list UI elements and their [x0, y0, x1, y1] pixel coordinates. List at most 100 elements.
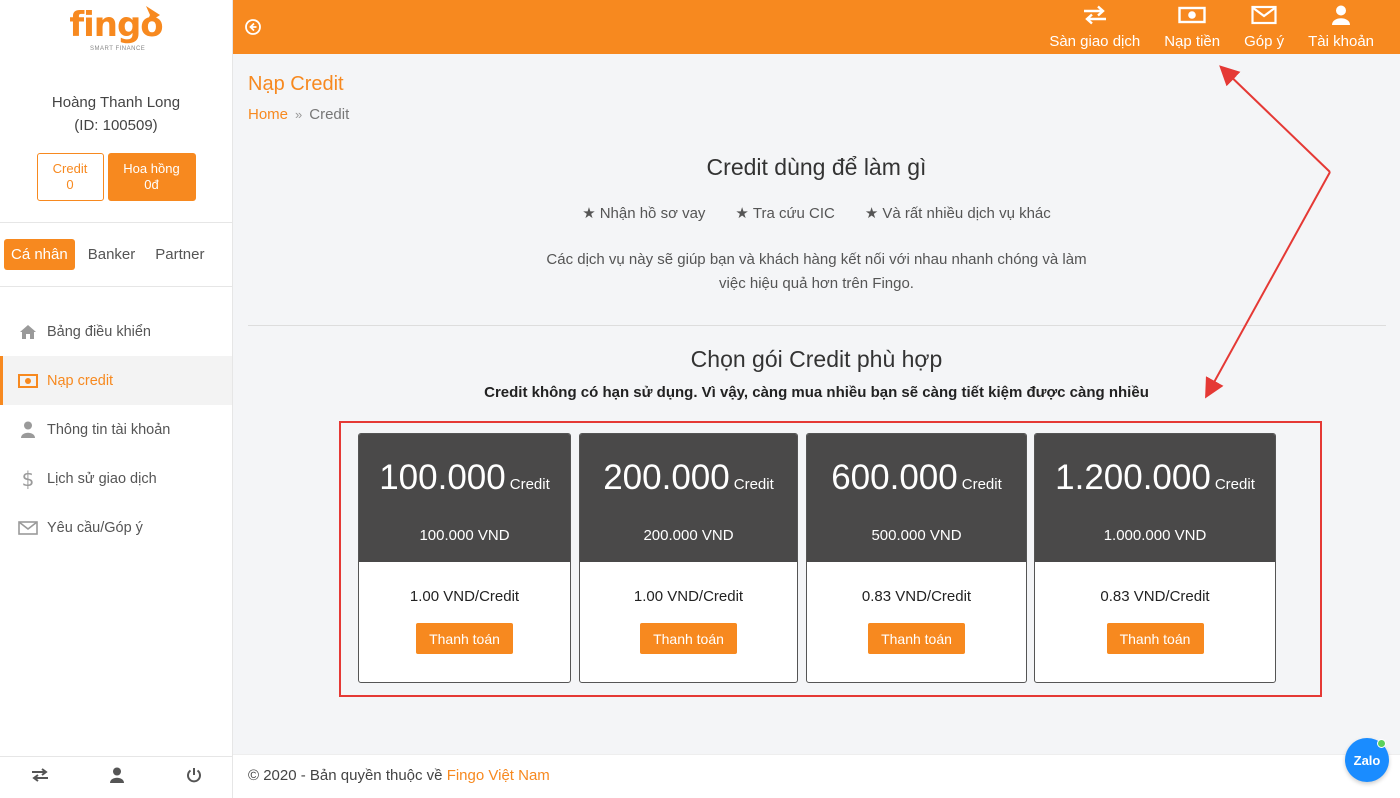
- package-unit: Credit: [961, 476, 1002, 493]
- envelope-icon: [17, 520, 39, 535]
- sidebar-item-label: Nạp credit: [47, 372, 114, 389]
- credit-label: Credit: [52, 161, 88, 176]
- top-nav: Sàn giao dịch Nạp tiền Góp ý Tài khoản: [1037, 0, 1386, 54]
- package-rate: 1.00 VND/Credit: [633, 588, 744, 605]
- pay-button[interactable]: Thanh toán: [868, 623, 965, 654]
- sidebar-item-label: Thông tin tài khoản: [47, 421, 171, 438]
- top-nav-exchange[interactable]: Sàn giao dịch: [1037, 0, 1152, 54]
- feature-list: ★ Nhận hồ sơ vay ★ Tra cứu CIC ★ Và rất nhi…: [233, 204, 1400, 223]
- package-price: 100.000 VND: [419, 527, 510, 544]
- logo-tagline: SMART FINANCE: [90, 46, 146, 52]
- feature-item: ★ Và rất nhiều dịch vụ khác: [864, 204, 1051, 223]
- top-bar: Sàn giao dịch Nạp tiền Góp ý Tài khoản: [233, 0, 1400, 54]
- logo[interactable]: fingo SMART FINANCE: [0, 0, 232, 55]
- page-footer: © 2020 - Bản quyền thuộc về Fingo Việt N…: [233, 754, 1400, 798]
- package-rate: 0.83 VND/Credit: [861, 588, 972, 605]
- sidebar-item-feedback[interactable]: Yêu cầu/Góp ý: [0, 503, 232, 552]
- credit-usage-heading: Credit dùng để làm gì: [706, 154, 927, 180]
- breadcrumb-current: Credit: [309, 106, 350, 123]
- commission-label: Hoa hồng: [123, 161, 180, 176]
- package-amount: 100.000: [379, 458, 506, 497]
- package-header: 200.000 Credit 200.000 VND: [580, 434, 797, 562]
- sidebar-item-topup-credit[interactable]: Nạp credit: [0, 356, 232, 405]
- exchange-icon[interactable]: [31, 768, 49, 787]
- sidebar: fingo SMART FINANCE Hoàng Thanh Long (ID…: [0, 0, 233, 798]
- copyright-text: © 2020 - Bản quyền thuộc về: [248, 767, 447, 784]
- top-nav-feedback[interactable]: Góp ý: [1232, 0, 1296, 54]
- choose-package-subheading: Credit không có hạn sử dụng. Vì vậy, càn…: [484, 384, 1149, 401]
- choose-package-heading: Chọn gói Credit phù hợp: [690, 346, 943, 372]
- dollar-icon: $: [21, 466, 35, 491]
- sidebar-item-label: Bảng điều khiển: [47, 323, 151, 340]
- user-icon: [17, 421, 39, 438]
- logo-arrow-icon: [146, 6, 160, 24]
- user-icon: [1332, 5, 1351, 29]
- sidebar-item-dashboard[interactable]: Bảng điều khiển: [0, 307, 232, 356]
- star-icon: ★: [864, 205, 879, 222]
- feature-item: ★ Tra cứu CIC: [735, 204, 834, 223]
- credit-description: Các dịch vụ này sẽ giúp bạn và khách hàn…: [546, 251, 1087, 292]
- credit-value: 0: [66, 177, 74, 192]
- commission-value: 0đ: [144, 177, 159, 192]
- top-nav-account[interactable]: Tài khoản: [1296, 0, 1386, 54]
- package-price: 1.000.000 VND: [1103, 527, 1207, 544]
- package-unit: Credit: [1214, 476, 1255, 493]
- money-icon: [17, 373, 39, 388]
- balance-badges: Credit 0 Hoa hồng 0đ: [0, 153, 232, 201]
- online-indicator: [1377, 739, 1386, 748]
- divider: [0, 286, 232, 287]
- role-tabs: Cá nhân Banker Partner: [0, 223, 232, 286]
- feature-item: ★ Nhận hồ sơ vay: [582, 204, 706, 223]
- pay-button[interactable]: Thanh toán: [640, 623, 737, 654]
- collapse-sidebar-icon[interactable]: [245, 19, 261, 40]
- breadcrumb-home[interactable]: Home: [248, 106, 288, 123]
- pay-button[interactable]: Thanh toán: [1106, 623, 1204, 654]
- credit-package-card: 600.000 Credit 500.000 VND 0.83 VND/Credi…: [806, 433, 1027, 683]
- star-icon: ★: [735, 205, 749, 222]
- divider: [248, 325, 1386, 326]
- sidebar-item-account-info[interactable]: Thông tin tài khoản: [0, 405, 232, 454]
- package-amount: 200.000: [603, 458, 730, 497]
- footer-brand-link[interactable]: Fingo Việt Nam: [447, 767, 550, 784]
- user-icon[interactable]: [110, 767, 125, 788]
- user-name: Hoàng Thanh Long: [51, 94, 181, 111]
- pay-button[interactable]: Thanh toán: [416, 623, 513, 654]
- package-unit: Credit: [733, 476, 774, 493]
- package-price: 200.000 VND: [643, 527, 734, 544]
- breadcrumb-separator: »: [295, 107, 303, 122]
- credit-package-card: 200.000 Credit 200.000 VND 1.00 VND/Credi…: [579, 433, 798, 683]
- sidebar-item-label: Yêu cầu/Góp ý: [47, 519, 143, 536]
- credit-package-card: 100.000 Credit 100.000 VND 1.00 VND/Credi…: [358, 433, 571, 683]
- main-content: Nạp Credit Home » Credit Credit dùng để là…: [233, 54, 1400, 754]
- commission-badge[interactable]: Hoa hồng 0đ: [107, 153, 196, 201]
- top-nav-topup[interactable]: Nạp tiền: [1152, 0, 1232, 54]
- package-header: 100.000 Credit 100.000 VND: [359, 434, 570, 562]
- star-icon: ★: [582, 205, 596, 222]
- role-tab-partner[interactable]: Partner: [148, 239, 211, 270]
- breadcrumb: Home » Credit: [248, 106, 349, 123]
- sidebar-item-transaction-history[interactable]: $ Lịch sử giao dịch: [0, 454, 232, 503]
- package-header: 600.000 Credit 500.000 VND: [807, 434, 1026, 562]
- exchange-icon: [1083, 5, 1107, 29]
- sidebar-footer: [0, 756, 233, 798]
- package-rate: 0.83 VND/Credit: [1100, 588, 1210, 605]
- package-header: 1.200.000 Credit 1.000.000 VND: [1035, 434, 1275, 562]
- role-tab-banker[interactable]: Banker: [81, 239, 143, 270]
- user-id: (ID: 100509): [74, 117, 158, 134]
- feature-label: Nhận hồ sơ vay: [599, 204, 706, 222]
- home-icon: [17, 324, 39, 340]
- power-icon[interactable]: [186, 767, 202, 788]
- top-nav-label: Nạp tiền: [1164, 33, 1221, 50]
- package-rate: 1.00 VND/Credit: [409, 588, 520, 605]
- credit-badge[interactable]: Credit 0: [36, 153, 104, 201]
- package-amount: 600.000: [831, 458, 958, 497]
- top-nav-label: Tài khoản: [1308, 33, 1374, 50]
- feature-label: Và rất nhiều dịch vụ khác: [882, 204, 1051, 222]
- package-price: 500.000 VND: [871, 527, 962, 544]
- top-nav-label: Sàn giao dịch: [1049, 33, 1141, 50]
- zalo-label: Zalo: [1353, 752, 1381, 768]
- envelope-icon: [1251, 5, 1277, 29]
- role-tab-personal[interactable]: Cá nhân: [4, 239, 75, 270]
- sidebar-menu: Bảng điều khiển Nạp credit Thông tin tài…: [0, 307, 232, 552]
- package-unit: Credit: [509, 476, 550, 493]
